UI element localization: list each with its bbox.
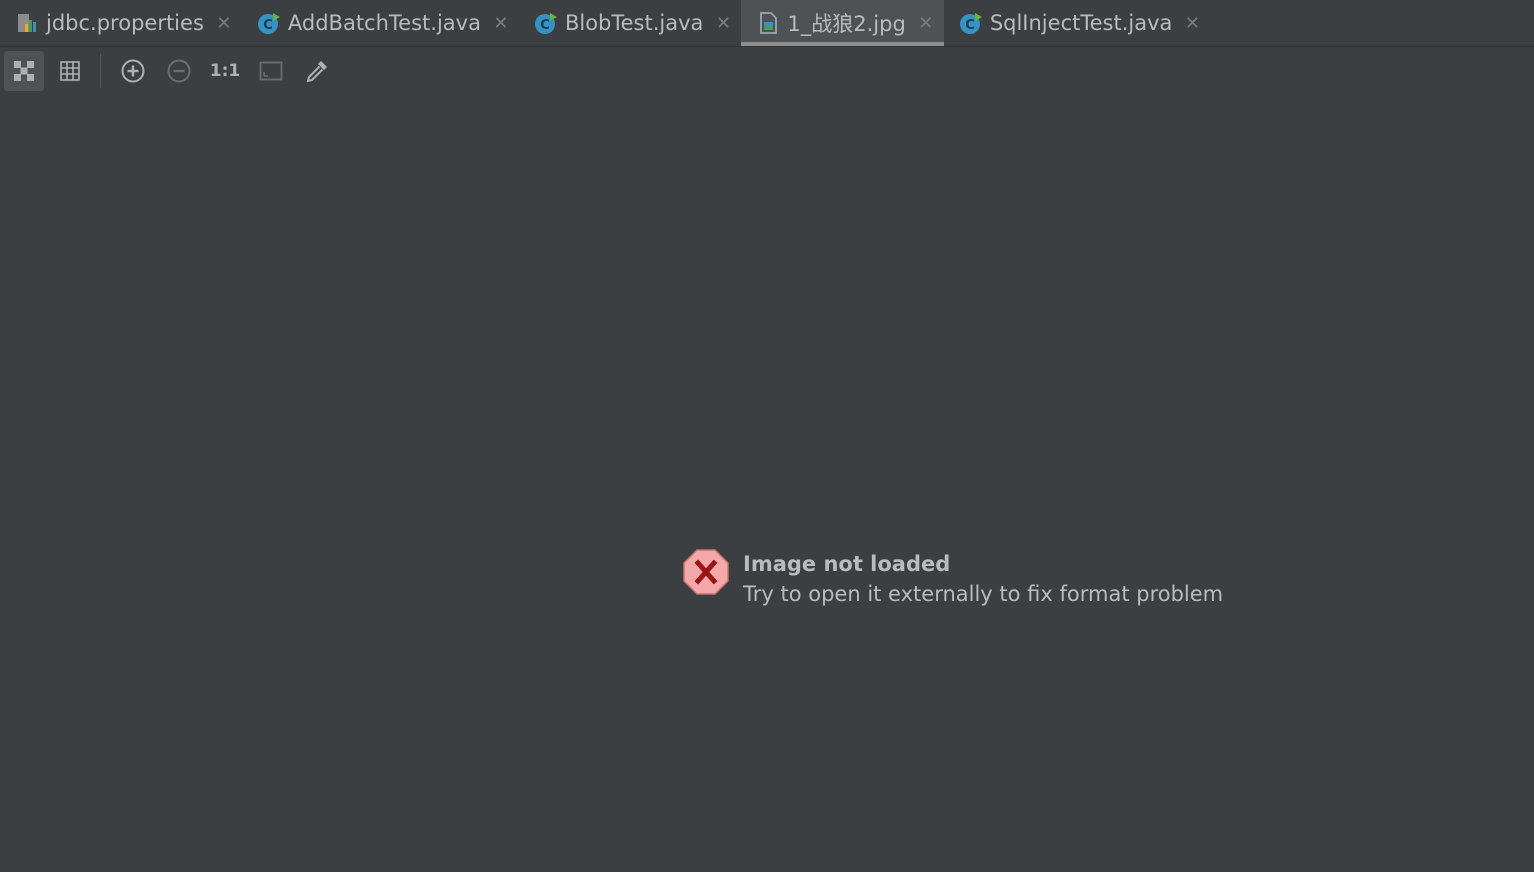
- editor-tab-bar: jdbc.properties ✕ C AddBatchTest.java ✕ …: [0, 0, 1534, 47]
- tab-addbatchtest-java[interactable]: C AddBatchTest.java ✕: [242, 0, 519, 46]
- zoom-in-icon: [121, 59, 145, 83]
- svg-text:C: C: [965, 18, 975, 33]
- close-icon[interactable]: ✕: [493, 13, 509, 34]
- image-load-error: Image not loaded Try to open it external…: [682, 548, 1223, 609]
- close-icon[interactable]: ✕: [216, 13, 232, 34]
- grid-toggle-button[interactable]: [50, 51, 90, 91]
- image-file-icon: [755, 10, 781, 36]
- tab-label: 1_战狼2.jpg: [787, 12, 906, 36]
- close-icon[interactable]: ✕: [1184, 13, 1200, 34]
- tab-label: BlobTest.java: [564, 11, 704, 35]
- tab-image-file[interactable]: 1_战狼2.jpg ✕: [741, 0, 945, 46]
- image-editor-toolbar: 1:1: [0, 48, 1534, 94]
- grid-icon: [60, 61, 80, 81]
- error-title: Image not loaded: [743, 552, 951, 576]
- actual-size-button[interactable]: 1:1: [205, 51, 245, 91]
- fit-to-window-icon: [259, 61, 283, 81]
- tab-label: jdbc.properties: [46, 11, 204, 35]
- chessboard-toggle-button[interactable]: [4, 51, 44, 91]
- image-viewer-window: jdbc.properties ✕ C AddBatchTest.java ✕ …: [0, 0, 1534, 872]
- tab-label: SqlInjectTest.java: [989, 11, 1173, 35]
- zoom-in-button[interactable]: [113, 51, 153, 91]
- properties-file-icon: [14, 10, 40, 36]
- eyedropper-icon: [306, 61, 327, 83]
- zoom-out-button[interactable]: [159, 51, 199, 91]
- java-class-icon: C: [533, 10, 559, 36]
- error-message: Try to open it externally to fix format …: [743, 582, 1224, 606]
- tab-sqlinjecttest-java[interactable]: C SqlInjectTest.java ✕: [944, 0, 1211, 46]
- svg-text:C: C: [540, 18, 550, 33]
- close-icon[interactable]: ✕: [715, 13, 731, 34]
- tab-label: AddBatchTest.java: [287, 11, 481, 35]
- java-class-icon: C: [256, 10, 282, 36]
- zoom-out-icon: [167, 59, 191, 83]
- error-icon: [683, 549, 729, 595]
- tab-jdbc-properties[interactable]: jdbc.properties ✕: [0, 0, 242, 46]
- fit-to-window-button[interactable]: [251, 51, 291, 91]
- actual-size-label: 1:1: [209, 61, 241, 81]
- close-icon[interactable]: ✕: [918, 13, 934, 34]
- toolbar-separator: [100, 54, 101, 88]
- tab-blobtest-java[interactable]: C BlobTest.java ✕: [519, 0, 741, 46]
- color-picker-button[interactable]: [297, 51, 337, 91]
- error-text-block: Image not loaded Try to open it external…: [743, 548, 1223, 609]
- java-class-icon: C: [958, 10, 984, 36]
- chessboard-icon: [14, 61, 34, 81]
- svg-text:C: C: [263, 18, 273, 33]
